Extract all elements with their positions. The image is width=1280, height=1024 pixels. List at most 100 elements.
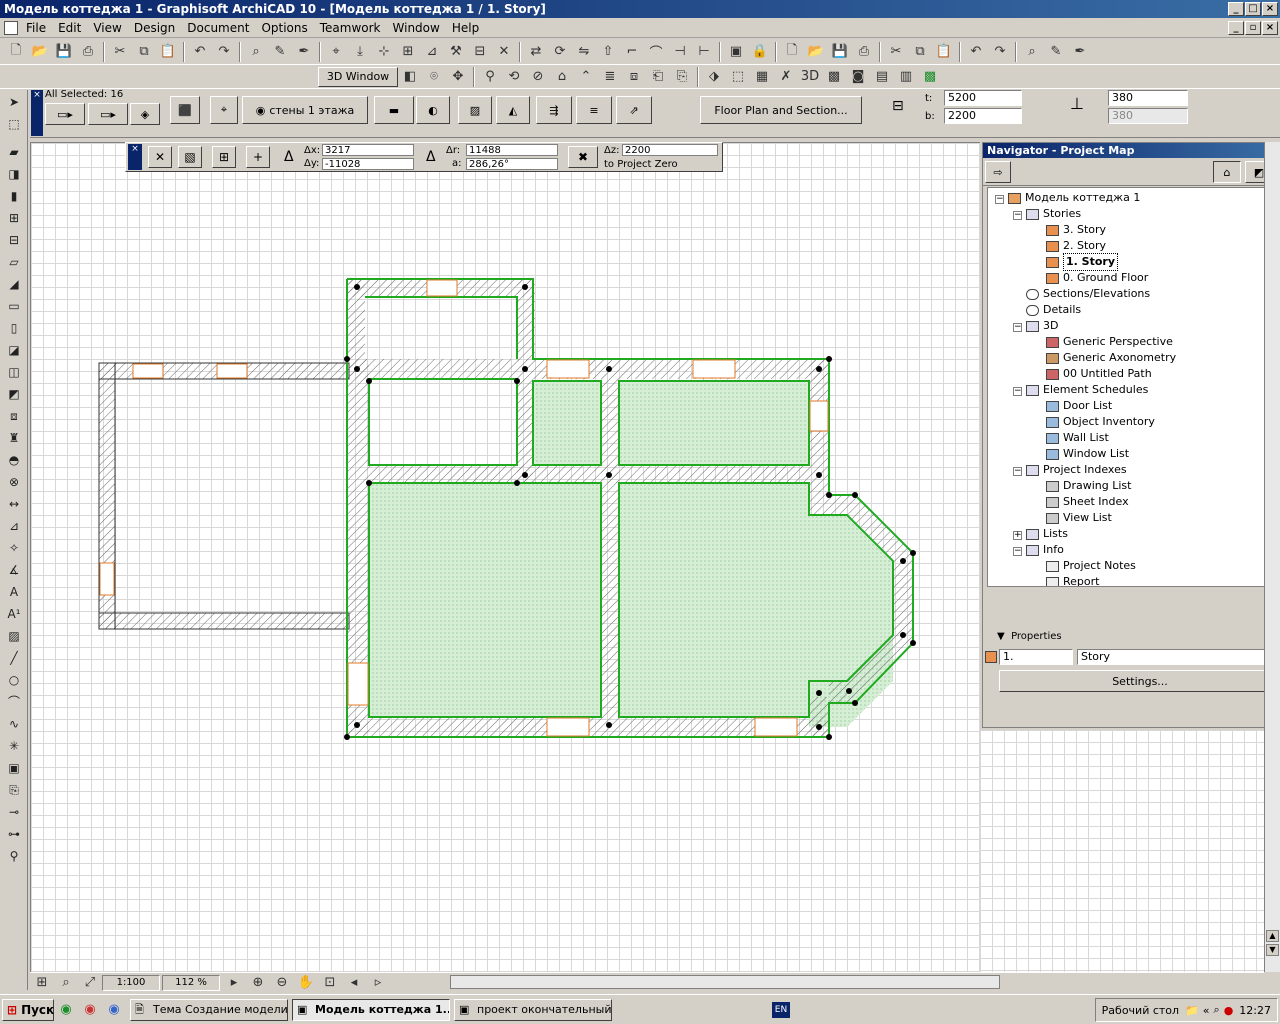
profile-button-3[interactable]: ⇗ xyxy=(616,96,652,124)
floor-plan-section-button[interactable]: Floor Plan and Section... xyxy=(700,96,862,124)
column2-tool-icon[interactable]: ▯ xyxy=(2,318,26,338)
tree-project-notes[interactable]: Project Notes xyxy=(1046,558,1136,574)
canvas-right-area[interactable] xyxy=(980,730,1264,972)
minimize-button[interactable]: _ xyxy=(1228,2,1244,16)
tree-info[interactable]: Info xyxy=(1026,542,1064,558)
desktop-label[interactable]: Рабочий стол xyxy=(1102,1004,1179,1017)
skylight-tool-icon[interactable]: ◩ xyxy=(2,384,26,404)
tree-story-3[interactable]: 3. Story xyxy=(1046,222,1106,238)
undo-icon[interactable]: ↶ xyxy=(189,41,211,63)
split-icon[interactable]: ⊢ xyxy=(693,41,715,63)
cancel-snap-icon[interactable]: ✕ xyxy=(148,146,172,168)
magic-wand-icon[interactable]: ⌖ xyxy=(325,41,347,63)
lamp-tool-icon[interactable]: ◓ xyxy=(2,450,26,470)
zone-tool-icon[interactable]: ⊗ xyxy=(2,472,26,492)
reference-line-button[interactable]: ▭▸ xyxy=(88,103,128,125)
dr-field[interactable]: 11488 xyxy=(466,144,558,156)
line-type-button[interactable]: ▬ xyxy=(374,96,414,124)
vertical-scrollbar[interactable]: ▲ ▼ xyxy=(1264,142,1280,972)
zoom-in-icon[interactable]: ⊕ xyxy=(247,972,269,994)
doc-close-button[interactable]: × xyxy=(1262,21,1278,35)
pen-color-button[interactable]: ◐ xyxy=(416,96,450,124)
dz-field[interactable]: 2200 xyxy=(622,144,718,156)
dx-field[interactable]: 3217 xyxy=(322,144,414,156)
cancel-icon[interactable]: ✕ xyxy=(493,41,515,63)
3d-window-button[interactable]: 3D Window xyxy=(318,66,398,87)
horizontal-scrollbar[interactable] xyxy=(450,975,1000,989)
coordbox-close-icon[interactable]: × xyxy=(128,144,142,170)
search-tray-icon[interactable]: ⌕ xyxy=(1214,1003,1220,1017)
settings-button[interactable]: Settings... xyxy=(999,670,1280,692)
camera-tool-icon[interactable]: ⚲ xyxy=(2,846,26,866)
tree-generic-axonometry[interactable]: Generic Axonometry xyxy=(1046,350,1176,366)
trim-icon[interactable]: ⊣ xyxy=(669,41,691,63)
left-wing-walls[interactable] xyxy=(98,362,350,630)
layer-dropdown[interactable]: ◉ стены 1 этажа xyxy=(242,96,368,124)
object-tool-icon[interactable]: ⧈ xyxy=(2,406,26,426)
save-icon[interactable]: 💾 xyxy=(53,41,75,63)
text-tool-icon[interactable]: A xyxy=(2,582,26,602)
floor-plan-canvas[interactable] xyxy=(30,142,980,972)
sheet-icon[interactable]: ⎘ xyxy=(671,66,693,88)
dimension-tool-icon[interactable]: ↔ xyxy=(2,494,26,514)
new-file-icon-2[interactable]: 🗋 xyxy=(781,41,803,63)
tree-report[interactable]: Report xyxy=(1046,574,1099,586)
arrow-tool-icon[interactable]: ➤ xyxy=(2,92,26,112)
gravity-icon[interactable]: ⤓ xyxy=(349,41,371,63)
trace-icon[interactable]: ⬗ xyxy=(703,66,725,88)
quicklaunch-icon-2[interactable]: ◉ xyxy=(79,999,101,1021)
menu-help[interactable]: Help xyxy=(446,21,485,35)
fillet-icon[interactable]: ⌒ xyxy=(645,41,667,63)
copy-icon[interactable]: ⧉ xyxy=(133,41,155,63)
chair-tool-icon[interactable]: ♜ xyxy=(2,428,26,448)
project-zero-button[interactable]: ✖ xyxy=(568,146,598,168)
menu-options[interactable]: Options xyxy=(255,21,313,35)
project-map-tab-icon[interactable]: ⌂ xyxy=(1213,161,1241,183)
transform-icon[interactable]: ⤢ xyxy=(79,972,101,994)
tree-object-inventory[interactable]: Object Inventory xyxy=(1046,414,1155,430)
group-icon[interactable]: ▣ xyxy=(725,41,747,63)
spline-tool-icon[interactable]: ∿ xyxy=(2,714,26,734)
indexes-expander[interactable]: − xyxy=(1013,467,1022,476)
wall-geometry-button[interactable]: ▭▸ xyxy=(45,103,85,125)
menu-file[interactable]: File xyxy=(20,21,52,35)
grid-snap-button[interactable]: ▧ xyxy=(178,146,202,168)
wall-tool-icon[interactable]: ▰ xyxy=(2,142,26,162)
zoom-out-icon[interactable]: ⊖ xyxy=(271,972,293,994)
tree-story-1[interactable]: 1. Story xyxy=(1046,253,1118,271)
tree-untitled-path[interactable]: 00 Untitled Path xyxy=(1046,366,1152,382)
next-arrow-icon[interactable]: ▸ xyxy=(223,972,245,994)
tree-door-list[interactable]: Door List xyxy=(1046,398,1112,414)
profile-button-2[interactable]: ≡ xyxy=(576,96,612,124)
previous-zoom-icon[interactable]: ◂ xyxy=(343,972,365,994)
column-tool-icon[interactable]: ▮ xyxy=(2,186,26,206)
marquee-tool-icon[interactable]: ⬚ xyxy=(2,114,26,134)
paste-3d-icon[interactable]: ⧈ xyxy=(623,66,645,88)
pan-hand-icon[interactable]: ✋ xyxy=(295,972,317,994)
3d-expander[interactable]: − xyxy=(1013,323,1022,332)
elevate-icon[interactable]: ⇧ xyxy=(597,41,619,63)
copy-icon-2[interactable]: ⧉ xyxy=(909,41,931,63)
navigator-menu-button[interactable]: ⇨ xyxy=(985,161,1011,183)
walk-icon[interactable]: ⚲ xyxy=(479,66,501,88)
find-icon-2[interactable]: ⌕ xyxy=(1021,41,1043,63)
rotate-icon[interactable]: ⟳ xyxy=(549,41,571,63)
tree-wall-list[interactable]: Wall List xyxy=(1046,430,1109,446)
drawing-tool-icon[interactable]: ⎘ xyxy=(2,780,26,800)
stair-tool-icon[interactable]: ⊟ xyxy=(2,230,26,250)
zoom-preview-icon[interactable]: ⌕ xyxy=(55,972,77,994)
schedules-expander[interactable]: − xyxy=(1013,387,1022,396)
next-zoom-icon[interactable]: ▹ xyxy=(367,972,389,994)
doc-minimize-button[interactable]: _ xyxy=(1228,21,1244,35)
save-icon-2[interactable]: 💾 xyxy=(829,41,851,63)
print-icon[interactable]: ⎙ xyxy=(77,41,99,63)
profile-button-1[interactable]: ⇶ xyxy=(536,96,572,124)
syringe-icon[interactable]: ✒ xyxy=(293,41,315,63)
tree-window-list[interactable]: Window List xyxy=(1046,446,1129,462)
photo-icon[interactable]: ◙ xyxy=(847,66,869,88)
arc-tool-icon[interactable]: ⌒ xyxy=(2,692,26,712)
wall-3d-button[interactable]: ⬛ xyxy=(170,96,200,124)
tree-lists[interactable]: Lists xyxy=(1026,526,1068,542)
grid-snap-icon[interactable]: ⊞ xyxy=(397,41,419,63)
menu-view[interactable]: View xyxy=(87,21,127,35)
